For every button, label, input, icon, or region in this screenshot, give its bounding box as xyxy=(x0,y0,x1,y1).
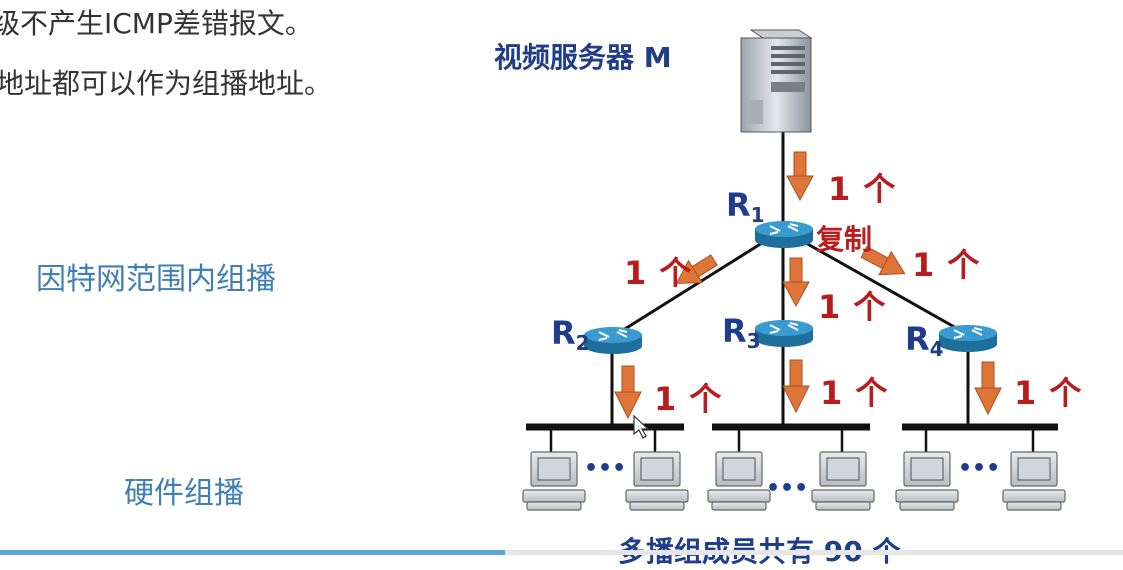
arrow-down-icon xyxy=(782,359,810,414)
count-label: 1 个 xyxy=(654,380,723,418)
arrow-down-icon xyxy=(974,361,1002,416)
pc-ellipsis: ••• xyxy=(958,456,1001,481)
router-r4-icon xyxy=(939,325,997,352)
server-label: 视频服务器 M xyxy=(494,41,672,74)
count-label: 1 个 xyxy=(1014,374,1083,412)
router-r3-icon xyxy=(755,320,813,347)
lan-buses xyxy=(526,423,1058,452)
router-r4-label: R4 xyxy=(905,320,944,361)
router-r2-label: R2 xyxy=(551,314,590,355)
pc-icon xyxy=(522,451,586,511)
router-r2-icon xyxy=(584,327,642,354)
copy-label: 复制 xyxy=(816,223,873,256)
router-r1-label: R1 xyxy=(726,186,765,227)
pc-icon xyxy=(811,451,875,511)
router-r3-label: R3 xyxy=(722,312,761,353)
count-label: 1 个 xyxy=(828,170,897,208)
video-progress-fill xyxy=(0,550,506,555)
arrow-down-icon xyxy=(614,365,642,420)
count-label: 1 个 xyxy=(818,288,887,326)
count-label: 1 个 xyxy=(624,254,693,292)
count-label: 1 个 xyxy=(820,374,889,412)
mouse-cursor-icon xyxy=(633,414,650,439)
pc-icon xyxy=(625,451,689,511)
pc-ellipsis: ••• xyxy=(766,476,809,501)
pc-icon xyxy=(895,451,959,511)
arrow-down-icon xyxy=(782,257,810,308)
pc-icon xyxy=(707,451,771,511)
video-progress-bar[interactable] xyxy=(0,550,1123,555)
pc-icon xyxy=(1002,451,1066,511)
arrow-down-icon xyxy=(786,151,814,202)
count-label: 1 个 xyxy=(912,246,981,284)
pc-ellipsis: ••• xyxy=(584,456,627,481)
video-server-icon xyxy=(740,29,813,133)
